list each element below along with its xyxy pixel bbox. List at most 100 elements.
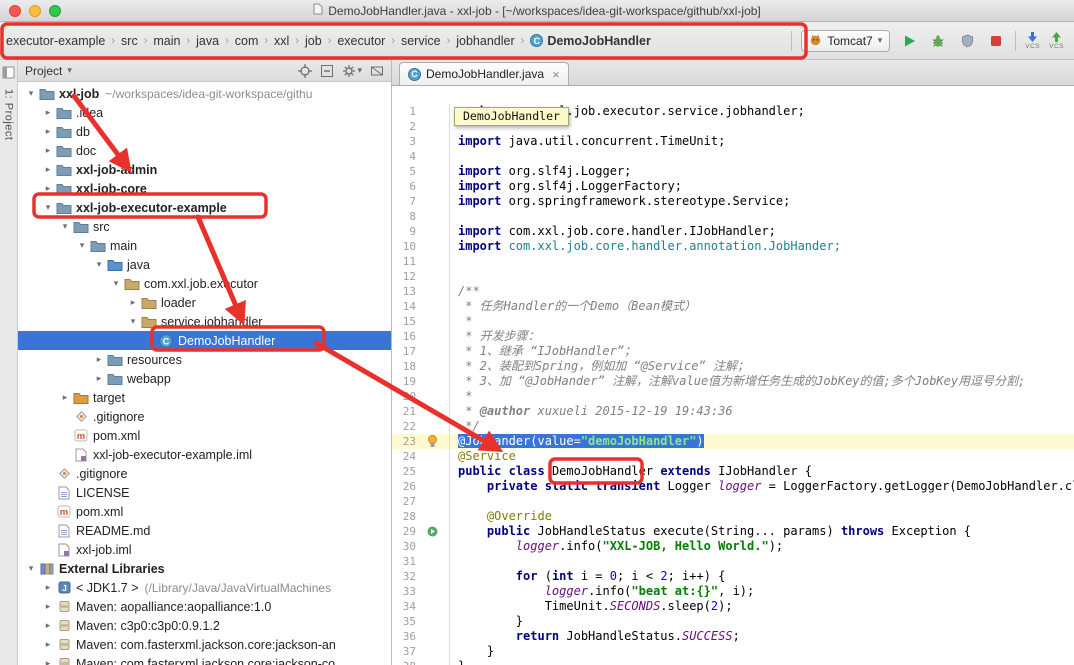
tree-item-loader[interactable]: ▸loader <box>18 293 391 312</box>
code-line-21[interactable]: 21 * @author xuxueli 2015-12-19 19:43:36 <box>392 404 1074 419</box>
code-line-16[interactable]: 16 * 开发步骤： <box>392 329 1074 344</box>
collapse-icon[interactable]: ▾ <box>75 240 89 251</box>
expand-icon[interactable]: ▸ <box>41 164 55 175</box>
collapse-icon[interactable]: ▾ <box>92 259 106 270</box>
code-line-10[interactable]: 10import com.xxl.job.core.handler.annota… <box>392 239 1074 254</box>
code-line-19[interactable]: 19 * 3、加 “@JobHander” 注解，注解value值为新增任务生成… <box>392 374 1074 389</box>
expand-icon[interactable]: ▸ <box>41 658 55 665</box>
code-line-12[interactable]: 12 <box>392 269 1074 284</box>
vcs-update-button[interactable]: VCS <box>1025 31 1040 51</box>
code-line-6[interactable]: 6import org.slf4j.LoggerFactory; <box>392 179 1074 194</box>
code-line-35[interactable]: 35 } <box>392 614 1074 629</box>
code-line-32[interactable]: 32 for (int i = 0; i < 2; i++) { <box>392 569 1074 584</box>
collapse-icon[interactable]: ▾ <box>41 202 55 213</box>
debug-button[interactable] <box>928 31 948 51</box>
expand-icon[interactable]: ▸ <box>58 392 72 403</box>
tree-item-xxl-job-iml[interactable]: xxl-job.iml <box>18 540 391 559</box>
code-line-14[interactable]: 14 * 任务Handler的一个Demo（Bean模式） <box>392 299 1074 314</box>
code-line-4[interactable]: 4 <box>392 149 1074 164</box>
expand-icon[interactable]: ▸ <box>92 373 106 384</box>
coverage-button[interactable] <box>957 31 977 51</box>
tree-item-gitignore[interactable]: .gitignore <box>18 464 391 483</box>
expand-icon[interactable]: ▸ <box>41 582 55 593</box>
collapse-icon[interactable]: ▾ <box>58 221 72 232</box>
collapse-icon[interactable]: ▾ <box>24 563 38 574</box>
tree-item-xxl-job-core[interactable]: ▸xxl-job-core <box>18 179 391 198</box>
code-line-13[interactable]: 13/** <box>392 284 1074 299</box>
tree-item-demojobhandler[interactable]: CDemoJobHandler <box>18 331 391 350</box>
expand-icon[interactable]: ▸ <box>41 601 55 612</box>
tree-item-xxl-job[interactable]: ▾xxl-job~/workspaces/idea-git-workspace/… <box>18 84 391 103</box>
stop-button[interactable] <box>986 31 1006 51</box>
collapse-icon[interactable]: ▾ <box>126 316 140 327</box>
expand-icon[interactable]: ▸ <box>41 620 55 631</box>
tree-item-java[interactable]: ▾java <box>18 255 391 274</box>
tree-item-target[interactable]: ▸target <box>18 388 391 407</box>
hide-panel-icon[interactable] <box>370 64 384 78</box>
tree-item-db[interactable]: ▸db <box>18 122 391 141</box>
breadcrumb-item-executor-example[interactable]: executor-example <box>5 33 106 49</box>
breadcrumb-item-service[interactable]: service <box>400 33 442 49</box>
code-line-26[interactable]: 26 private static transient Logger logge… <box>392 479 1074 494</box>
code-line-34[interactable]: 34 TimeUnit.SECONDS.sleep(2); <box>392 599 1074 614</box>
breadcrumb-item-com[interactable]: com <box>234 33 260 49</box>
code-line-36[interactable]: 36 return JobHandleStatus.SUCCESS; <box>392 629 1074 644</box>
code-line-18[interactable]: 18 * 2、装配到Spring，例如加 “@Service” 注解； <box>392 359 1074 374</box>
breadcrumb-item-job[interactable]: job <box>304 33 323 49</box>
tree-item-jdk1-7[interactable]: ▸J< JDK1.7 >(/Library/Java/JavaVirtualMa… <box>18 578 391 597</box>
code-line-3[interactable]: 3import java.util.concurrent.TimeUnit; <box>392 134 1074 149</box>
run-config-selector[interactable]: Tomcat7 ▾ <box>801 30 890 52</box>
code-line-15[interactable]: 15 * <box>392 314 1074 329</box>
tree-item-xxl-job-executor-example-iml[interactable]: xxl-job-executor-example.iml <box>18 445 391 464</box>
breadcrumb-item-executor[interactable]: executor <box>336 33 386 49</box>
tree-item-main[interactable]: ▾main <box>18 236 391 255</box>
code-line-9[interactable]: 9import com.xxl.job.core.handler.IJobHan… <box>392 224 1074 239</box>
tree-item-com-xxl-job-executor[interactable]: ▾com.xxl.job.executor <box>18 274 391 293</box>
breadcrumb-item-src[interactable]: src <box>120 33 139 49</box>
code-line-22[interactable]: 22 */ <box>392 419 1074 434</box>
breadcrumb-item-xxl[interactable]: xxl <box>273 33 290 49</box>
code-line-37[interactable]: 37 } <box>392 644 1074 659</box>
breadcrumb-item-java[interactable]: java <box>195 33 220 49</box>
collapse-icon[interactable]: ▾ <box>109 278 123 289</box>
code-line-11[interactable]: 11 <box>392 254 1074 269</box>
tree-item-pom-xml[interactable]: mpom.xml <box>18 502 391 521</box>
tree-item-xxl-job-executor-example[interactable]: ▾xxl-job-executor-example <box>18 198 391 217</box>
zoom-window-button[interactable] <box>49 5 61 17</box>
editor-tab[interactable]: C DemoJobHandler.java × <box>399 62 569 85</box>
code-line-29[interactable]: 29 public JobHandleStatus execute(String… <box>392 524 1074 539</box>
run-method-icon[interactable] <box>416 524 450 539</box>
code-line-30[interactable]: 30 logger.info("XXL-JOB, Hello World."); <box>392 539 1074 554</box>
expand-icon[interactable]: ▸ <box>41 145 55 156</box>
locate-file-icon[interactable] <box>298 64 312 78</box>
tree-item-gitignore[interactable]: .gitignore <box>18 407 391 426</box>
tree-item-readme-md[interactable]: README.md <box>18 521 391 540</box>
code-line-33[interactable]: 33 logger.info("beat at:{}", i); <box>392 584 1074 599</box>
tree-item-xxl-job-admin[interactable]: ▸xxl-job-admin <box>18 160 391 179</box>
project-view-selector[interactable]: Project <box>25 64 62 78</box>
code-line-38[interactable]: 38} <box>392 659 1074 665</box>
code-line-28[interactable]: 28 @Override <box>392 509 1074 524</box>
expand-icon[interactable]: ▸ <box>92 354 106 365</box>
tree-item-src[interactable]: ▾src <box>18 217 391 236</box>
collapse-icon[interactable]: ▾ <box>24 88 38 99</box>
expand-icon[interactable]: ▸ <box>41 126 55 137</box>
tree-item-external-libraries[interactable]: ▾External Libraries <box>18 559 391 578</box>
run-button[interactable] <box>899 31 919 51</box>
collapse-all-icon[interactable] <box>320 64 334 78</box>
breadcrumb-item-jobhandler[interactable]: jobhandler <box>455 33 515 49</box>
tree-item-service-jobhandler[interactable]: ▾service.jobhandler <box>18 312 391 331</box>
tree-item-license[interactable]: LICENSE <box>18 483 391 502</box>
tree-item-doc[interactable]: ▸doc <box>18 141 391 160</box>
code-line-24[interactable]: 24@Service <box>392 449 1074 464</box>
tree-item-maven-aopalliance-aopalliance-1-0[interactable]: ▸Maven: aopalliance:aopalliance:1.0 <box>18 597 391 616</box>
tree-item-idea[interactable]: ▸.idea <box>18 103 391 122</box>
intention-bulb-icon[interactable] <box>416 434 450 449</box>
tree-item-maven-com-fasterxml-jackson-core-jackson-co[interactable]: ▸Maven: com.fasterxml.jackson.core:jacks… <box>18 654 391 665</box>
expand-icon[interactable]: ▸ <box>41 107 55 118</box>
code-line-31[interactable]: 31 <box>392 554 1074 569</box>
expand-icon[interactable]: ▸ <box>41 183 55 194</box>
breadcrumb-item-main[interactable]: main <box>152 33 181 49</box>
code-line-5[interactable]: 5import org.slf4j.Logger; <box>392 164 1074 179</box>
tree-item-webapp[interactable]: ▸webapp <box>18 369 391 388</box>
